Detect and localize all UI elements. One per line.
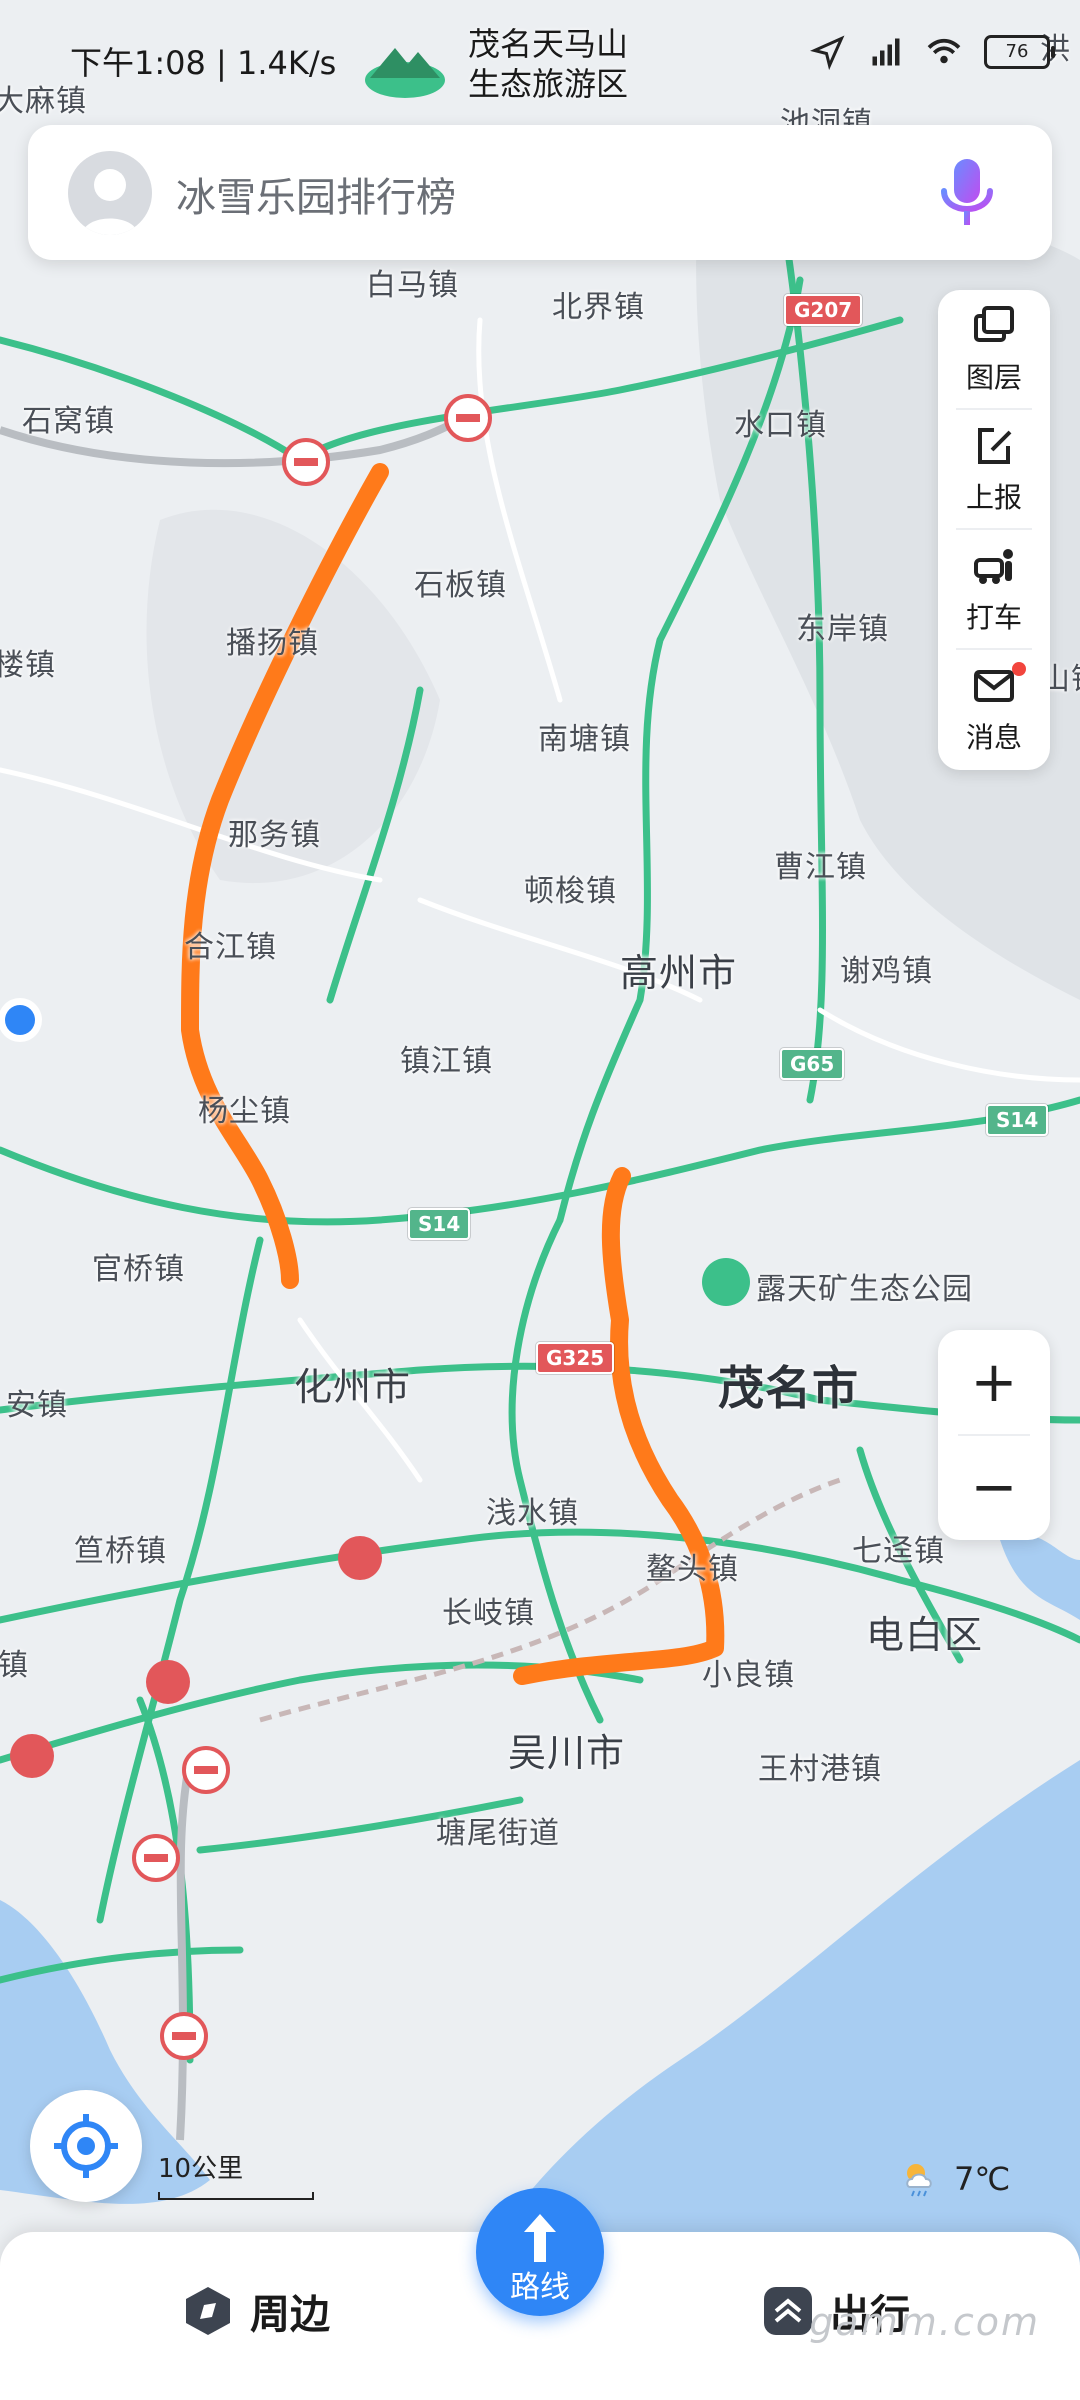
highway-shield: G65 (780, 1048, 845, 1080)
travel-icon (764, 2287, 812, 2335)
crosshair-icon (54, 2114, 118, 2178)
place-label[interactable]: 高州市 (620, 942, 737, 997)
place-label[interactable]: 王村港镇 (758, 1744, 882, 1788)
tool-taxi[interactable]: 打车 (938, 530, 1050, 650)
nav-label: 周边 (250, 2292, 330, 2338)
place-label[interactable]: 七迳镇 (852, 1526, 945, 1570)
scenic-name: 茂名天马山 生态旅游区 (468, 24, 628, 104)
status-time: 下午1:08 | 1.4K/s (70, 44, 337, 82)
search-bar[interactable]: 冰雪乐园排行榜 (28, 125, 1052, 260)
zoom-out-button[interactable]: − (938, 1435, 1050, 1540)
place-label[interactable]: 杨尘镇 (198, 1086, 291, 1130)
place-label[interactable]: 镇江镇 (400, 1036, 493, 1080)
battery-indicator: 76 (984, 35, 1055, 69)
zoom-in-button[interactable]: + (938, 1330, 1050, 1435)
tool-label: 打车 (965, 601, 1022, 634)
route-button[interactable]: 路线 (476, 2188, 604, 2316)
place-label[interactable]: 笪桥镇 (74, 1526, 167, 1570)
avatar[interactable] (68, 151, 152, 235)
map-toolbar: 图层 上报 打车 消息 (938, 290, 1050, 770)
locate-button[interactable] (30, 2090, 142, 2202)
place-label[interactable]: 小良镇 (702, 1650, 795, 1694)
watermark: gamm.com (809, 2300, 1040, 2344)
place-label[interactable]: 播扬镇 (226, 618, 319, 662)
tool-layers[interactable]: 图层 (938, 290, 1050, 410)
unread-badge (1012, 662, 1026, 676)
tool-message[interactable]: 消息 (938, 650, 1050, 770)
voice-mic-icon[interactable] (932, 155, 1002, 233)
place-label[interactable]: 吴川市 (508, 1722, 625, 1777)
highway-shield: S14 (408, 1208, 471, 1240)
location-arrow-icon (810, 35, 845, 70)
place-label[interactable]: 官桥镇 (92, 1244, 185, 1288)
route-label: 路线 (510, 2270, 570, 2305)
message-icon (974, 670, 1014, 702)
wifi-icon (927, 38, 961, 64)
scale-bar (158, 2192, 314, 2200)
highway-shield: S14 (986, 1104, 1049, 1136)
park-label[interactable]: 露天矿生态公园 (756, 1264, 973, 1308)
highway-shield: G207 (784, 294, 863, 326)
place-label[interactable]: 北界镇 (552, 282, 645, 326)
place-label[interactable]: 谢鸡镇 (840, 946, 933, 990)
status-bar: 下午1:08 | 1.4K/s 茂名天马山 生态旅游区 76 (0, 0, 1080, 110)
compass-icon (186, 2287, 230, 2335)
highway-shield: G325 (536, 1342, 615, 1374)
place-label[interactable]: 白马镇 (366, 260, 459, 304)
status-icons: 76 (810, 34, 1055, 70)
place-label[interactable]: 镇 (0, 1640, 29, 1684)
user-avatar-icon (82, 169, 138, 235)
weather-widget[interactable]: 7℃ (902, 2160, 1010, 2198)
place-label[interactable]: 电白区 (866, 1604, 983, 1659)
scale-label: 10公里 (158, 2154, 244, 2184)
tool-label: 消息 (965, 721, 1022, 754)
place-label[interactable]: 石窝镇 (22, 396, 115, 440)
signal-icon (872, 38, 900, 66)
place-label[interactable]: 化州市 (294, 1356, 411, 1411)
nearby-tab[interactable]: 周边 (180, 2282, 330, 2340)
place-label[interactable]: 石板镇 (414, 560, 507, 604)
taxi-icon (974, 549, 1013, 584)
place-label[interactable]: 楼镇 (0, 640, 56, 684)
cloudy-rain-icon (906, 2164, 932, 2197)
place-label[interactable]: 合江镇 (184, 922, 277, 966)
layers-icon (974, 306, 1014, 342)
place-label[interactable]: 安镇 (6, 1380, 68, 1424)
tool-label: 上报 (965, 481, 1022, 514)
scenic-spot-marker[interactable]: 茂名天马山 生态旅游区 (360, 20, 660, 110)
place-label[interactable]: 塘尾街道 (436, 1808, 560, 1852)
place-label[interactable]: 茂名市 (718, 1352, 859, 1418)
place-label[interactable]: 东岸镇 (796, 604, 889, 648)
place-label[interactable]: 曹江镇 (774, 842, 867, 886)
place-label[interactable]: 长岐镇 (442, 1588, 535, 1632)
tool-report[interactable]: 上报 (938, 410, 1050, 530)
scenic-name-line: 茂名天马山 (468, 25, 629, 63)
zoom-controls: + − (938, 1330, 1050, 1540)
place-label[interactable]: 浅水镇 (486, 1488, 579, 1532)
place-label[interactable]: 顿梭镇 (524, 866, 617, 910)
weather-temp: 7℃ (954, 2160, 1011, 2198)
scenic-pin-icon (365, 48, 445, 98)
place-label[interactable]: 那务镇 (228, 810, 321, 854)
place-label[interactable]: 南塘镇 (538, 714, 631, 758)
tool-label: 图层 (965, 361, 1022, 394)
place-label[interactable]: 鳌头镇 (646, 1544, 739, 1588)
search-input[interactable]: 冰雪乐园排行榜 (176, 165, 456, 223)
place-label[interactable]: 水口镇 (734, 400, 827, 444)
scenic-name-line: 生态旅游区 (468, 65, 629, 103)
map-canvas[interactable] (0, 0, 1080, 2400)
report-edit-icon (978, 428, 1012, 464)
